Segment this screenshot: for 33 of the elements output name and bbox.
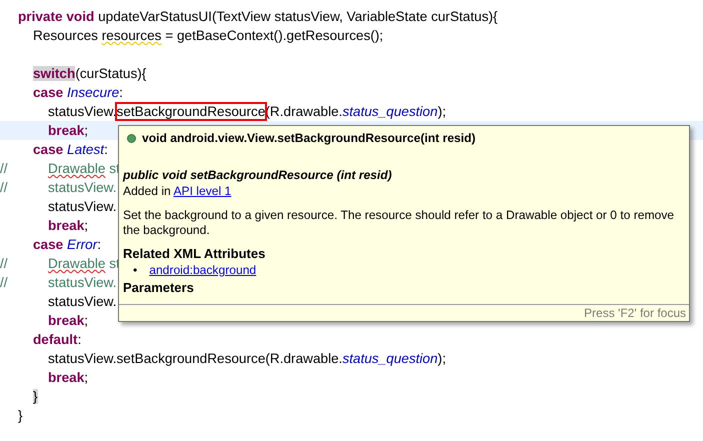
code-line: }: [18, 408, 23, 423]
focus-hint: Press 'F2' for focus: [119, 304, 689, 321]
code-line: case Insecure:: [33, 85, 123, 100]
section-heading: Related XML Attributes: [123, 245, 266, 262]
code-line: statusView.: [48, 294, 117, 309]
comment-marker: //: [0, 160, 8, 178]
code-line: private void updateVarStatusUI(TextView statusView, VariableState curStatus){: [18, 9, 498, 24]
code-line: case Latest:: [33, 142, 108, 157]
comment-marker: //: [0, 255, 8, 273]
code-line: statusView.: [48, 275, 117, 290]
code-line: break;: [48, 218, 88, 233]
code-line: statusView.setBackgroundResource(R.drawable.status_question);: [48, 104, 446, 119]
attribute-link[interactable]: android:background: [149, 262, 256, 278]
section-heading: Parameters: [123, 280, 195, 296]
api-level-link[interactable]: API level 1: [173, 184, 232, 198]
description-text: Set the background to a given resource. The resource should refer to a Drawable object or 0 to remove the background.: [123, 208, 676, 238]
code-line: break;: [48, 370, 88, 385]
code-line: Resources resources = getBaseContext().getResources();: [33, 28, 384, 43]
method-icon: [127, 134, 136, 143]
code-line: statusView.: [48, 199, 117, 214]
code-line: statusView.setBackgroundResource(R.drawable.status_question);: [48, 351, 446, 366]
code-line: break;: [48, 313, 88, 328]
code-line: statusView.: [48, 180, 117, 195]
code-line: default:: [33, 332, 82, 347]
comment-marker: //: [0, 274, 8, 292]
bullet-mark: •: [133, 262, 138, 278]
code-line: switch(curStatus){: [33, 66, 146, 81]
added-in-text: Added in API level 1: [123, 183, 232, 200]
code-line: break;: [48, 123, 88, 138]
comment-marker: //: [0, 179, 8, 197]
code-line: case Error:: [33, 237, 102, 252]
method-signature: void android.view.View.setBackgroundResource(int resid): [142, 130, 476, 147]
method-heading: public void setBackgroundResource (int resid): [123, 167, 393, 184]
